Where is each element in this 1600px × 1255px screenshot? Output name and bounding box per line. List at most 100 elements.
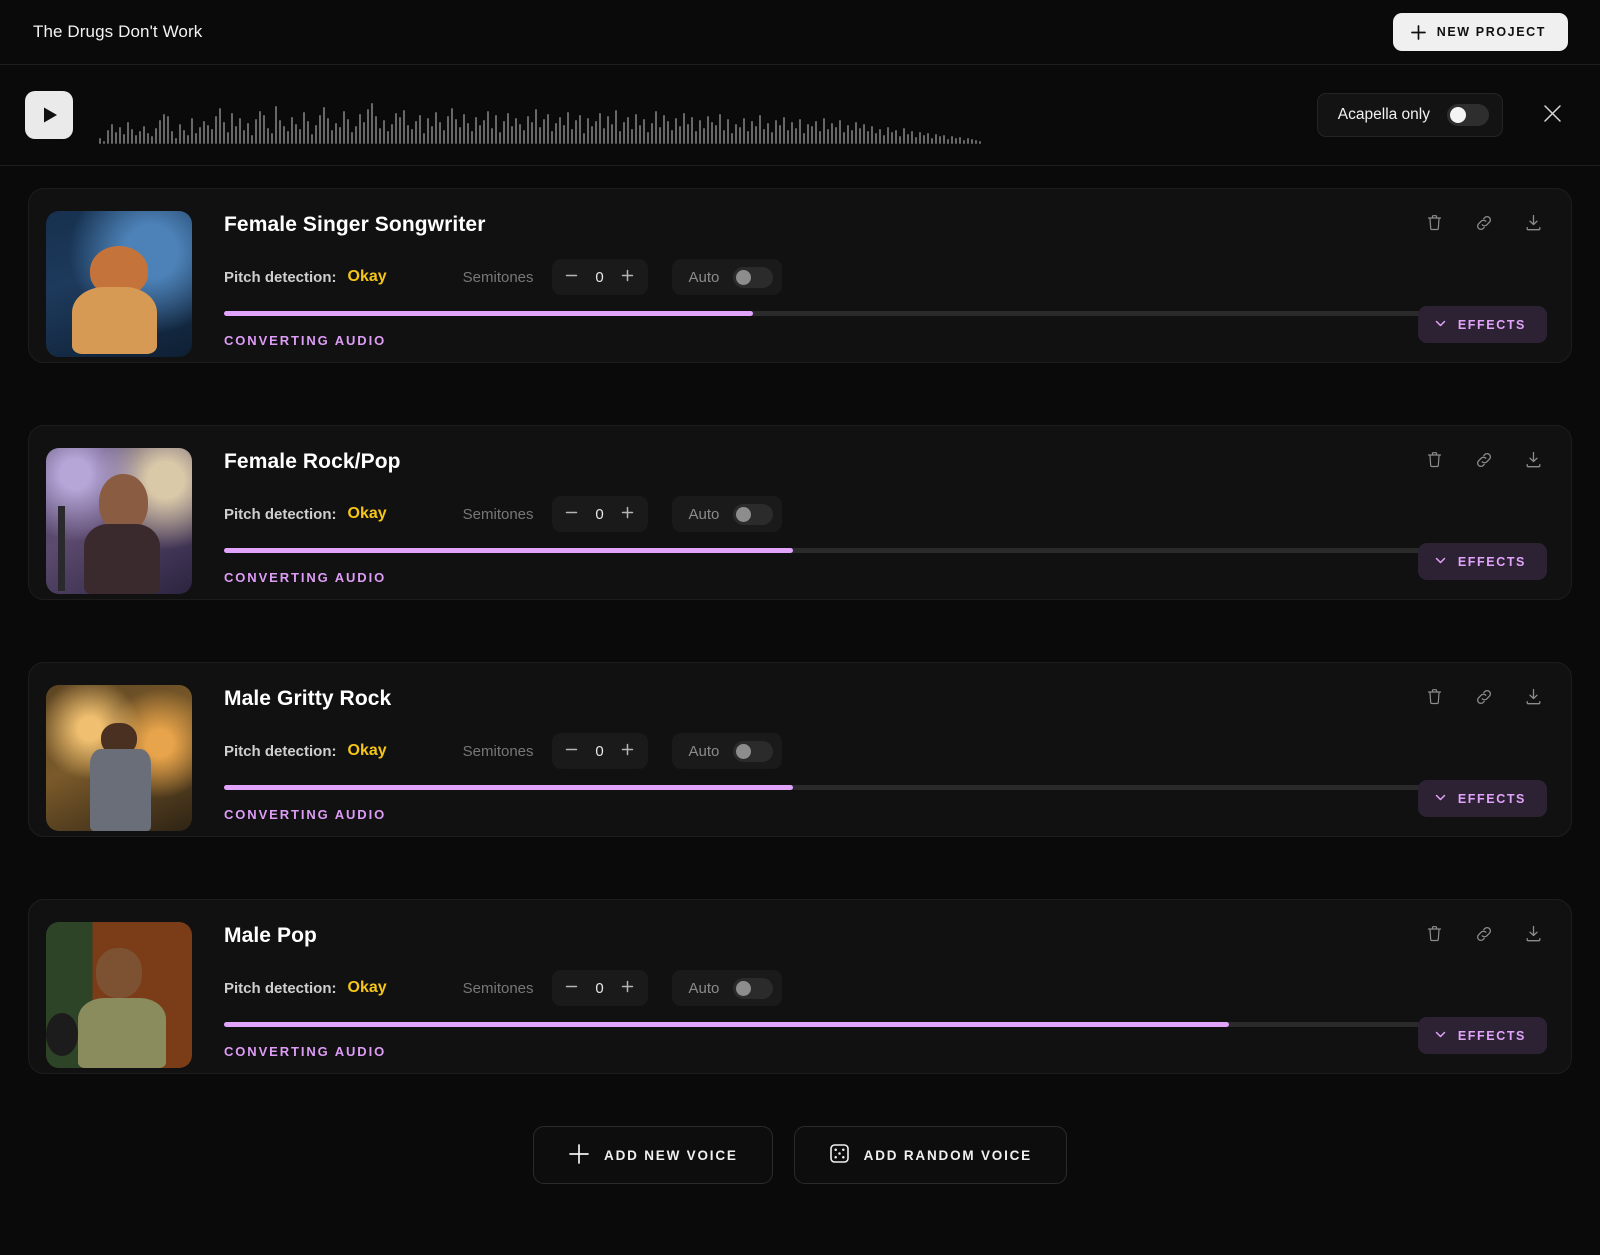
add-new-voice-button[interactable]: ADD NEW VOICE — [533, 1126, 773, 1184]
add-random-voice-button[interactable]: ADD RANDOM VOICE — [793, 1126, 1067, 1184]
waveform-bar — [711, 122, 713, 144]
effects-button[interactable]: EFFECTS — [1417, 543, 1547, 580]
waveform-bar — [259, 111, 261, 144]
semitones-value: 0 — [595, 742, 604, 760]
waveform-bar — [487, 111, 489, 144]
auto-switch-knob — [736, 269, 752, 285]
semitones-stepper[interactable]: 0 — [551, 259, 648, 295]
waveform-bar — [715, 125, 717, 144]
trash-icon — [1425, 450, 1444, 473]
auto-pitch-toggle[interactable]: Auto — [671, 733, 783, 769]
voice-card-actions — [1421, 446, 1547, 477]
download-button[interactable] — [1520, 683, 1547, 714]
waveform-bar — [559, 117, 561, 144]
effects-button[interactable]: EFFECTS — [1417, 1017, 1547, 1054]
effects-button[interactable]: EFFECTS — [1417, 306, 1547, 343]
auto-switch[interactable] — [733, 503, 774, 525]
auto-pitch-toggle[interactable]: Auto — [671, 259, 783, 295]
semitones-stepper[interactable]: 0 — [551, 733, 648, 769]
voice-card-body: Male Pop Pitch detection: Okay Semitones… — [192, 922, 1547, 1059]
waveform-bar — [703, 128, 705, 144]
semitones-decrement-button[interactable] — [556, 260, 588, 294]
link-button[interactable] — [1470, 920, 1498, 951]
link-button[interactable] — [1470, 209, 1498, 240]
waveform-bar — [615, 110, 617, 144]
new-project-label: NEW PROJECT — [1436, 25, 1546, 39]
waveform-bar — [371, 103, 373, 144]
download-button[interactable] — [1520, 920, 1547, 951]
new-project-button[interactable]: NEW PROJECT — [1392, 13, 1568, 51]
semitones-decrement-button[interactable] — [556, 497, 588, 531]
waveform-bar — [635, 114, 637, 144]
semitones-stepper[interactable]: 0 — [551, 496, 648, 532]
semitones-decrement-button[interactable] — [556, 734, 588, 768]
trash-button[interactable] — [1421, 446, 1448, 477]
semitones-increment-button[interactable] — [612, 497, 644, 531]
trash-button[interactable] — [1421, 209, 1448, 240]
chevron-down-icon — [1434, 554, 1447, 570]
waveform-bar — [339, 127, 341, 144]
waveform-bar — [111, 124, 113, 144]
download-button[interactable] — [1520, 209, 1547, 240]
audio-waveform[interactable] — [91, 86, 1299, 144]
semitones-increment-button[interactable] — [612, 734, 644, 768]
semitones-stepper[interactable]: 0 — [551, 970, 648, 1006]
waveform-bar — [467, 123, 469, 144]
waveform-bar — [879, 129, 881, 144]
pitch-detection-label: Pitch detection: — [224, 742, 337, 760]
play-button[interactable] — [25, 91, 73, 139]
auto-switch[interactable] — [733, 977, 774, 999]
plus-icon — [620, 742, 635, 760]
download-button[interactable] — [1520, 446, 1547, 477]
semitones-decrement-button[interactable] — [556, 971, 588, 1005]
waveform-bar — [683, 113, 685, 144]
auto-switch[interactable] — [733, 740, 774, 762]
waveform-bar — [547, 114, 549, 144]
voice-card-body: Male Gritty Rock Pitch detection: Okay S… — [192, 685, 1547, 822]
acapella-switch[interactable] — [1447, 104, 1489, 126]
waveform-bar — [379, 128, 381, 144]
trash-button[interactable] — [1421, 920, 1448, 951]
waveform-bar — [623, 122, 625, 144]
waveform-bar — [175, 138, 177, 144]
auto-pitch-toggle[interactable]: Auto — [671, 496, 783, 532]
link-button[interactable] — [1470, 446, 1498, 477]
waveform-bar — [207, 125, 209, 144]
waveform-bar — [335, 123, 337, 144]
waveform-bar — [811, 126, 813, 144]
waveform-bar — [131, 129, 133, 144]
waveform-bar — [815, 121, 817, 144]
semitones-increment-button[interactable] — [612, 971, 644, 1005]
waveform-bar — [391, 124, 393, 144]
trash-button[interactable] — [1421, 683, 1448, 714]
waveform-bar — [903, 128, 905, 144]
waveform-bar — [819, 131, 821, 144]
auto-switch[interactable] — [733, 266, 774, 288]
plus-icon — [1410, 24, 1426, 40]
link-icon — [1474, 450, 1494, 473]
waveform-bar — [271, 133, 273, 144]
voice-name: Female Singer Songwriter — [224, 213, 486, 236]
waveform-bar — [591, 126, 593, 144]
voice-card: Male Gritty Rock Pitch detection: Okay S… — [28, 662, 1572, 837]
waveform-bar — [167, 116, 169, 144]
effects-label: EFFECTS — [1457, 317, 1526, 332]
waveform-bar — [967, 138, 969, 144]
waveform-bar — [799, 119, 801, 144]
waveform-bar — [251, 135, 253, 144]
acapella-only-toggle[interactable]: Acapella only — [1316, 93, 1503, 137]
waveform-bar — [519, 124, 521, 144]
link-button[interactable] — [1470, 683, 1498, 714]
close-player-button[interactable] — [1535, 96, 1570, 134]
waveform-bar — [671, 130, 673, 144]
semitones-increment-button[interactable] — [612, 260, 644, 294]
semitones-label: Semitones — [462, 979, 534, 997]
voice-card: Male Pop Pitch detection: Okay Semitones… — [28, 899, 1572, 1074]
waveform-bar — [979, 141, 981, 144]
waveform-bar — [243, 130, 245, 144]
voice-thumbnail — [46, 211, 192, 357]
plus-icon — [620, 505, 635, 523]
waveform-bar — [343, 111, 345, 144]
auto-pitch-toggle[interactable]: Auto — [671, 970, 783, 1006]
effects-button[interactable]: EFFECTS — [1417, 780, 1547, 817]
